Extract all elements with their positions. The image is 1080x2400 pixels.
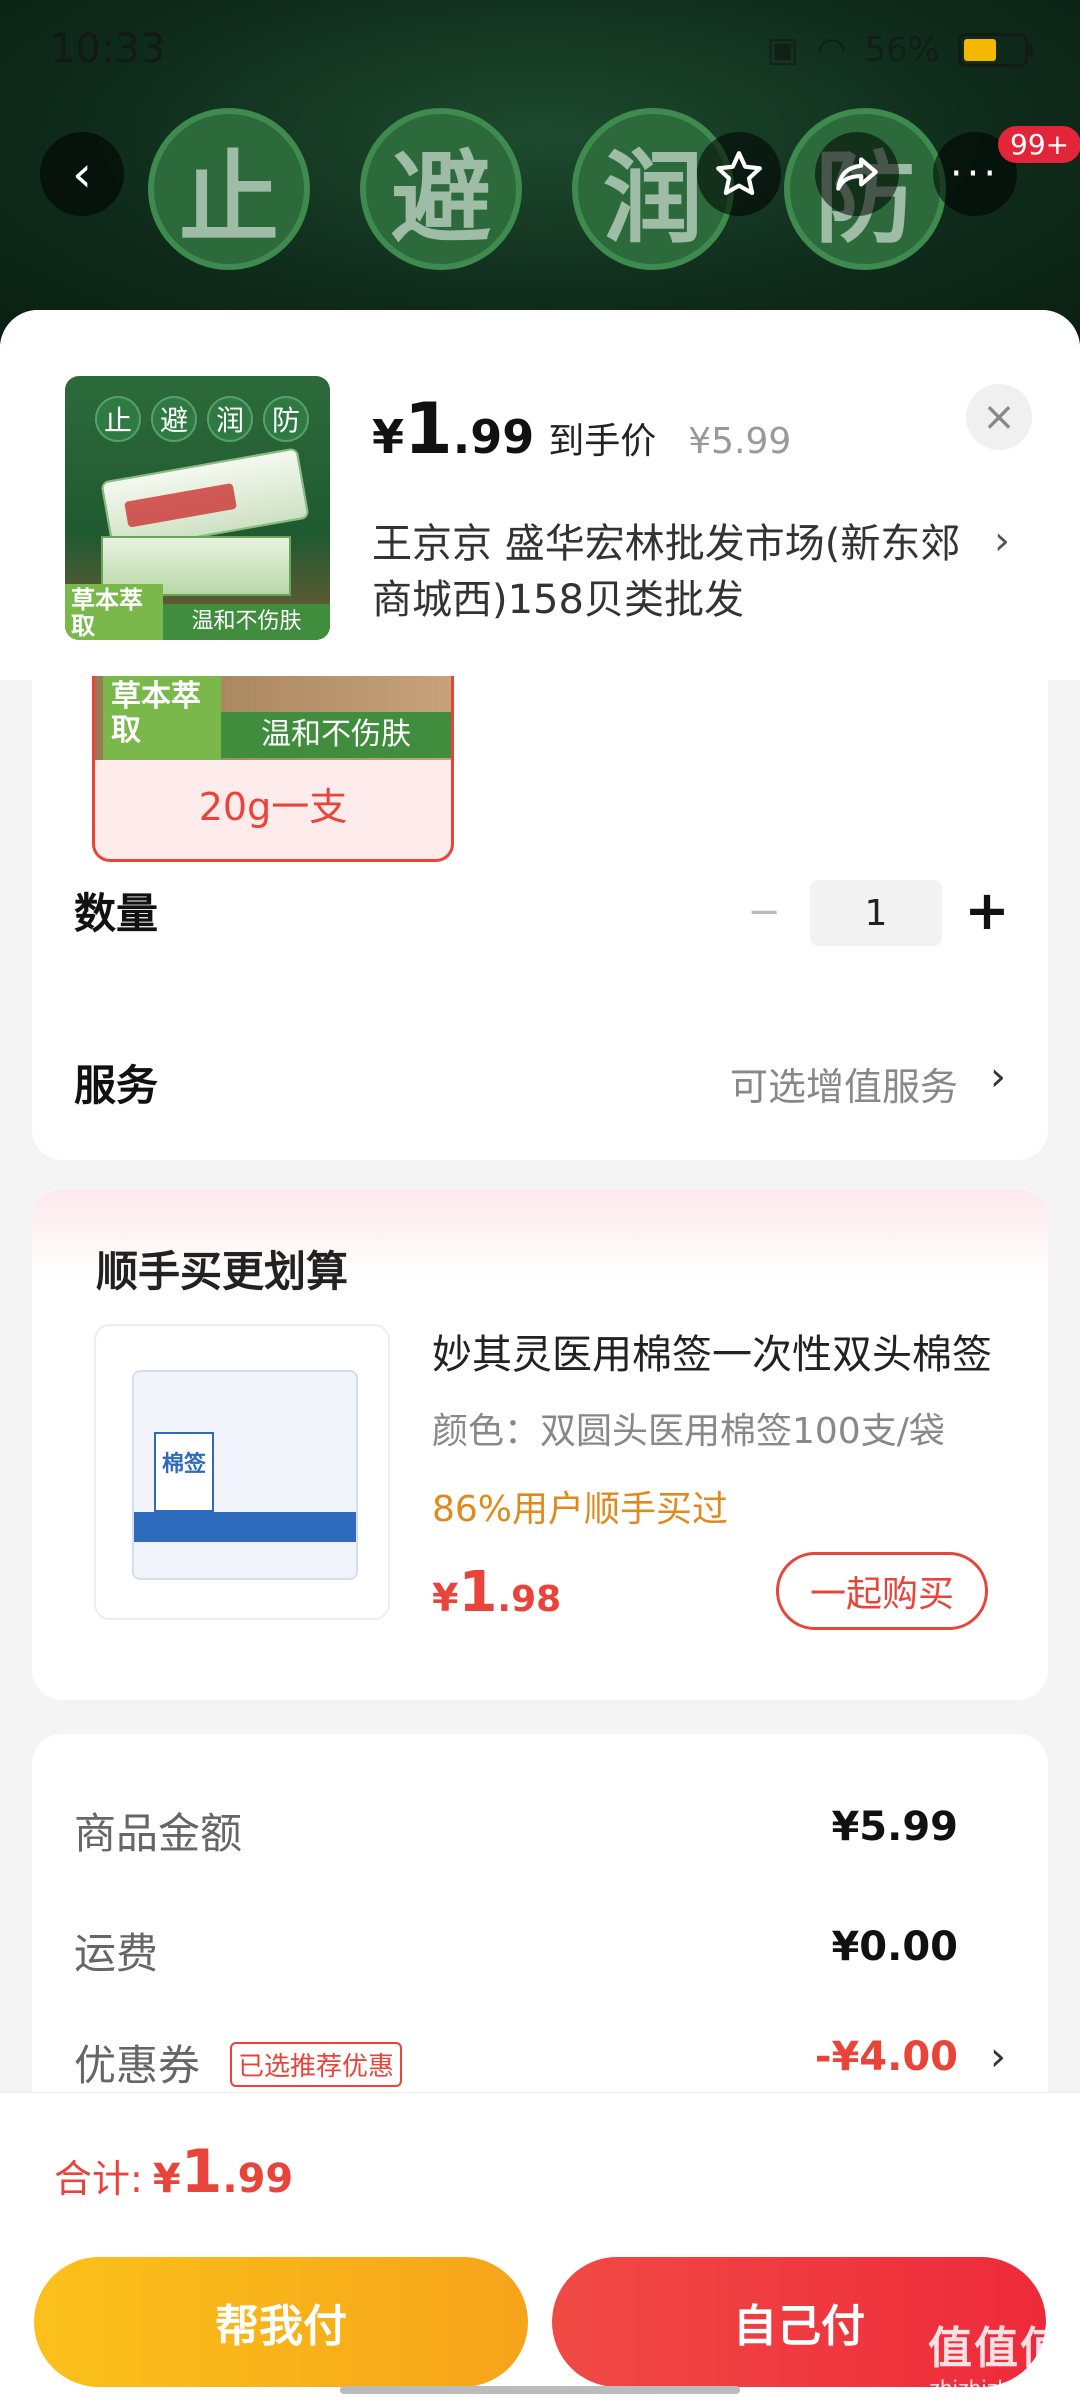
summary-value: ¥5.99 [831,1804,958,1850]
recommend-product-spec: 颜色：双圆头医用棉签100支/袋 [432,1411,945,1452]
price-row: ¥1.99 到手价 ¥5.99 [372,388,791,470]
recommend-promo-text: 86%用户顺手买过 [432,1489,729,1530]
buy-together-button[interactable]: 一起购买 [776,1552,988,1630]
close-button[interactable]: × [966,384,1032,450]
sheet-header: 止 避 润 防 草本萃取 温和不伤肤 ¥1.99 到手价 ¥5.99 × 王京京… [0,310,1080,680]
summary-label: 优惠券 [74,2041,201,2090]
spec-option-selected[interactable]: 草本萃取 温和不伤肤 20g一支 [92,676,454,862]
summary-value: ¥0.00 [831,1924,958,1970]
chevron-right-icon: › [994,518,1010,564]
back-icon: ‹ [72,145,92,203]
summary-label: 商品金额 [74,1809,243,1858]
share-button[interactable] [815,132,899,216]
spec-label: 20g一支 [198,785,348,829]
hero-char: 止 [148,108,310,270]
message-badge: 99+ [998,126,1080,163]
share-icon [836,157,878,191]
nfc-icon: ▣ [766,30,799,70]
quantity-label: 数量 [74,889,159,938]
status-bar: 10:33 ▣ ◠ 56% [0,0,1080,100]
back-button[interactable]: ‹ [40,132,124,216]
service-hint[interactable]: 可选增值服务 [730,1056,958,1111]
recommend-title: 顺手买更划算 [96,1247,349,1296]
total-price: 合计: ¥1.99 [54,2137,294,2207]
purchase-sheet: 止 避 润 防 草本萃取 温和不伤肤 ¥1.99 到手价 ¥5.99 × 王京京… [0,310,1080,2400]
product-thumbnail: 止 避 润 防 草本萃取 温和不伤肤 [65,376,330,640]
home-indicator[interactable] [340,2386,740,2394]
quantity-increase-button[interactable]: + [962,884,1012,938]
coupon-tag: 已选推荐优惠 [230,2042,403,2087]
star-icon [716,151,762,196]
close-icon: × [982,394,1016,440]
help-pay-button[interactable]: 帮我付 [34,2257,528,2387]
quantity-input[interactable]: 1 [810,880,942,946]
status-time: 10:33 [50,26,166,72]
original-price: ¥5.99 [688,421,792,462]
chevron-right-icon: › [990,1054,1006,1100]
chevron-right-icon: › [990,2034,1006,2080]
favorite-button[interactable] [697,132,781,216]
recommend-product-image[interactable]: 棉签 [94,1324,390,1620]
recommend-product-title[interactable]: 妙其灵医用棉签一次性双头棉签 [432,1322,992,1380]
watermark: 值值值 zhizhizhi.com [928,2323,1066,2400]
quantity-decrease-button[interactable]: − [744,889,784,935]
recommend-card: 顺手买更划算 棉签 妙其灵医用棉签一次性双头棉签 颜色：双圆头医用棉签100支/… [32,1190,1048,1700]
final-price: ¥1.99 [372,388,535,470]
options-card: 草本萃取 温和不伤肤 20g一支 数量 − 1 + 服务 可选增值服务 › [32,676,1048,1160]
more-icon: ··· [949,151,1001,197]
recommend-price: ¥1.98 [432,1560,562,1625]
service-label: 服务 [74,1061,159,1110]
summary-label: 运费 [74,1929,159,1978]
shop-name[interactable]: 王京京 盛华宏林批发市场(新东郊商城西)158贝类批发 [372,516,962,628]
price-label: 到手价 [548,421,657,462]
bottom-bar: 合计: ¥1.99 帮我付 自己付 [0,2092,1080,2400]
coupon-value[interactable]: -¥4.00 [815,2034,958,2080]
hero-char: 避 [360,108,522,270]
battery-icon [958,33,1033,67]
wifi-icon: ◠ [816,30,847,70]
battery-percent: 56% [864,30,940,70]
